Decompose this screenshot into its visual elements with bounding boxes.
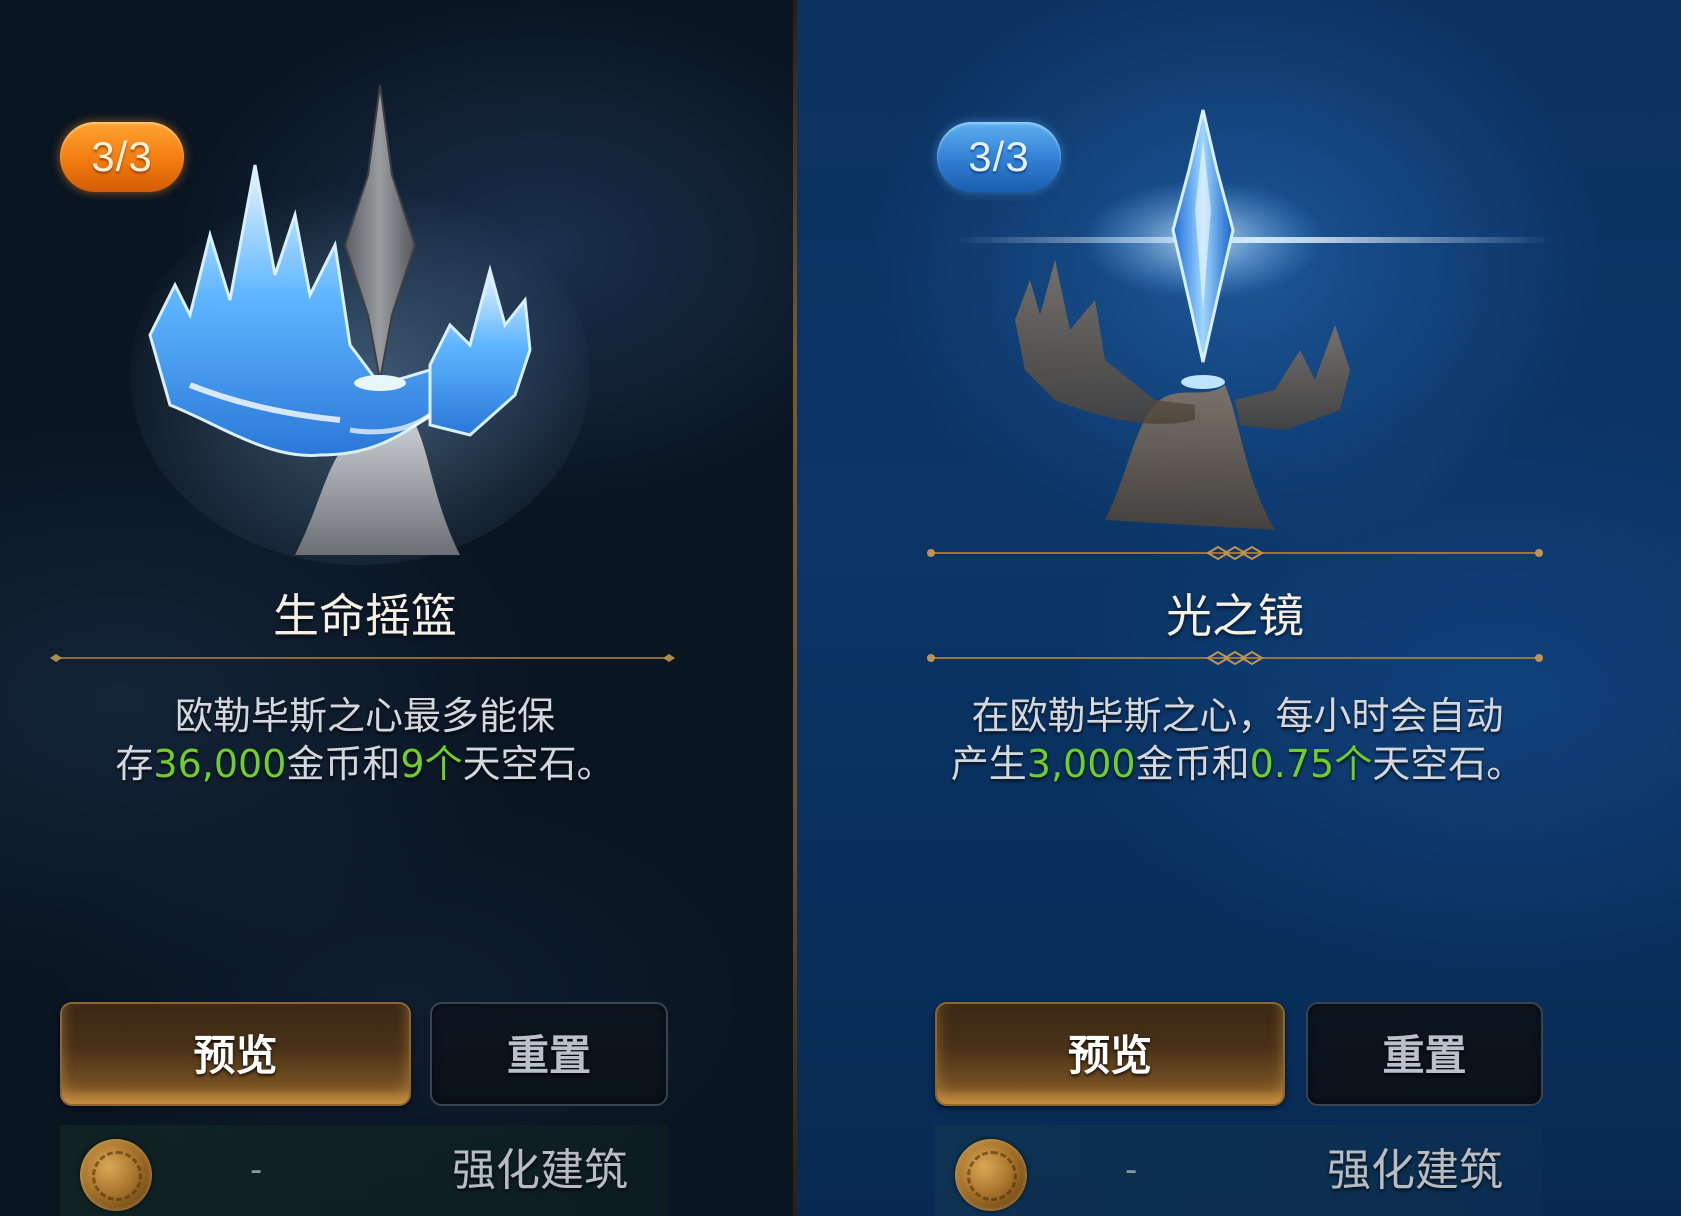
gold-amount: 3,000 — [1026, 742, 1136, 786]
building-card-life-cradle: 3/3 生命摇篮 欧勒毕斯之心最多能保 存36,000金币和9个天空石。 预览 … — [0, 0, 793, 1216]
building-description: 欧勒毕斯之心最多能保 存36,000金币和9个天空石。 — [115, 694, 615, 786]
light-mirror-crystal-icon — [955, 109, 1555, 530]
title-divider-bottom — [927, 651, 1543, 665]
gold-coin-icon — [955, 1139, 1027, 1211]
upgrade-cost: - — [250, 1150, 263, 1190]
upgrade-building-button[interactable]: - 强化建筑 — [60, 1125, 668, 1216]
sky-stone-amount: 0.75个 — [1249, 742, 1373, 786]
preview-button[interactable]: 预览 — [935, 1002, 1285, 1106]
upgrade-label: 强化建筑 — [1327, 1145, 1503, 1196]
building-description: 在欧勒毕斯之心，每小时会自动 产生3,000金币和0.75个天空石。 — [950, 694, 1525, 786]
building-name: 生命摇篮 — [273, 589, 457, 643]
upgrade-building-button[interactable]: - 强化建筑 — [935, 1125, 1543, 1216]
reset-button[interactable]: 重置 — [430, 1002, 668, 1106]
gold-coin-icon — [80, 1139, 152, 1211]
gold-amount: 36,000 — [153, 742, 287, 786]
sky-stone-amount: 9个 — [400, 742, 463, 786]
reset-button[interactable]: 重置 — [1306, 1002, 1543, 1106]
title-divider-top — [927, 546, 1543, 560]
upgrade-label: 强化建筑 — [452, 1145, 628, 1196]
building-name: 光之镜 — [1166, 589, 1304, 643]
preview-button[interactable]: 预览 — [60, 1002, 411, 1106]
title-divider — [50, 654, 675, 662]
floating-crystal-island-icon — [130, 85, 590, 565]
upgrade-cost: - — [1125, 1150, 1138, 1190]
